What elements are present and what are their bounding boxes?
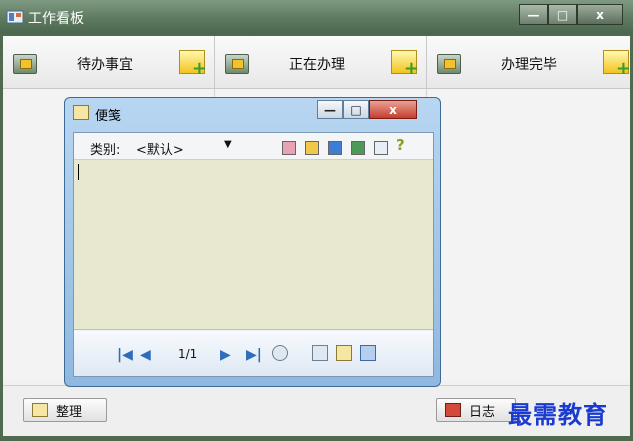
column-done-header: 办理完毕 xyxy=(427,36,631,88)
category-select[interactable]: <默认> xyxy=(136,139,184,158)
note-minimize-button[interactable]: — xyxy=(317,100,343,119)
color-swatch-pink[interactable] xyxy=(282,141,296,155)
column-done-label: 办理完毕 xyxy=(501,57,557,73)
note-text-area[interactable] xyxy=(74,160,433,330)
last-page-icon[interactable]: ▶| xyxy=(246,347,262,363)
note-icon xyxy=(73,105,89,120)
archive-icon[interactable] xyxy=(312,345,328,361)
note-navigation: |◀ ◀ 1/1 ▶ ▶| xyxy=(74,331,433,376)
column-todo-label: 待办事宜 xyxy=(77,57,133,73)
log-icon xyxy=(445,403,461,417)
main-window: 工作看板 — □ x 待办事宜 正在办理 办理完毕 xyxy=(0,0,633,441)
category-dropdown-icon[interactable]: ▼ xyxy=(224,139,232,150)
main-titlebar[interactable]: 工作看板 — □ x xyxy=(0,0,633,34)
color-swatch-white[interactable] xyxy=(374,141,388,155)
add-todo-icon[interactable] xyxy=(179,50,207,79)
text-caret xyxy=(78,164,79,180)
column-in-progress-header: 正在办理 xyxy=(215,36,427,88)
previous-page-icon[interactable]: ◀ xyxy=(140,347,151,363)
column-done-lane[interactable] xyxy=(427,89,630,381)
search-icon[interactable] xyxy=(272,345,288,361)
board-header: 待办事宜 正在办理 办理完毕 xyxy=(3,36,631,89)
note-close-button[interactable]: x xyxy=(369,100,417,119)
minimize-button[interactable]: — xyxy=(519,4,548,25)
sticky-note-window: 便笺 — □ x 类别: <默认> ▼ ? |◀ ◀ 1/1 ▶ ▶| xyxy=(64,97,441,387)
color-swatch-blue[interactable] xyxy=(328,141,342,155)
page-indicator: 1/1 xyxy=(178,347,198,361)
organize-icon xyxy=(32,403,48,417)
note-title: 便笺 xyxy=(95,109,122,124)
next-page-icon[interactable]: ▶ xyxy=(220,347,231,363)
add-done-icon[interactable] xyxy=(603,50,631,79)
column-done-icon[interactable] xyxy=(437,54,461,74)
note-maximize-button[interactable]: □ xyxy=(343,100,369,119)
organize-label: 整理 xyxy=(56,404,83,420)
watermark-text: 最需教育 xyxy=(508,400,608,429)
maximize-button[interactable]: □ xyxy=(548,4,577,25)
note-toolbar: 类别: <默认> ▼ ? xyxy=(74,133,433,160)
note-body: 类别: <默认> ▼ ? |◀ ◀ 1/1 ▶ ▶| xyxy=(73,132,434,377)
column-in-progress-label: 正在办理 xyxy=(289,57,345,73)
main-window-controls: — □ x xyxy=(519,4,623,25)
new-note-icon[interactable] xyxy=(336,345,352,361)
organize-button[interactable]: 整理 xyxy=(23,398,107,422)
category-label: 类别: xyxy=(90,143,121,158)
first-page-icon[interactable]: |◀ xyxy=(117,347,133,363)
app-icon xyxy=(6,9,24,25)
color-swatch-green[interactable] xyxy=(351,141,365,155)
log-label: 日志 xyxy=(469,404,496,420)
column-todo-icon[interactable] xyxy=(13,54,37,74)
main-window-title: 工作看板 xyxy=(28,11,84,27)
log-button[interactable]: 日志 xyxy=(436,398,516,422)
save-icon[interactable] xyxy=(360,345,376,361)
add-in-progress-icon[interactable] xyxy=(391,50,419,79)
color-swatch-yellow[interactable] xyxy=(305,141,319,155)
column-in-progress-icon[interactable] xyxy=(225,54,249,74)
close-button[interactable]: x xyxy=(577,4,623,25)
note-titlebar[interactable]: 便笺 — □ x xyxy=(65,98,440,128)
help-icon[interactable]: ? xyxy=(396,136,405,154)
column-todo-header: 待办事宜 xyxy=(3,36,215,88)
note-window-controls: — □ x xyxy=(317,100,417,121)
